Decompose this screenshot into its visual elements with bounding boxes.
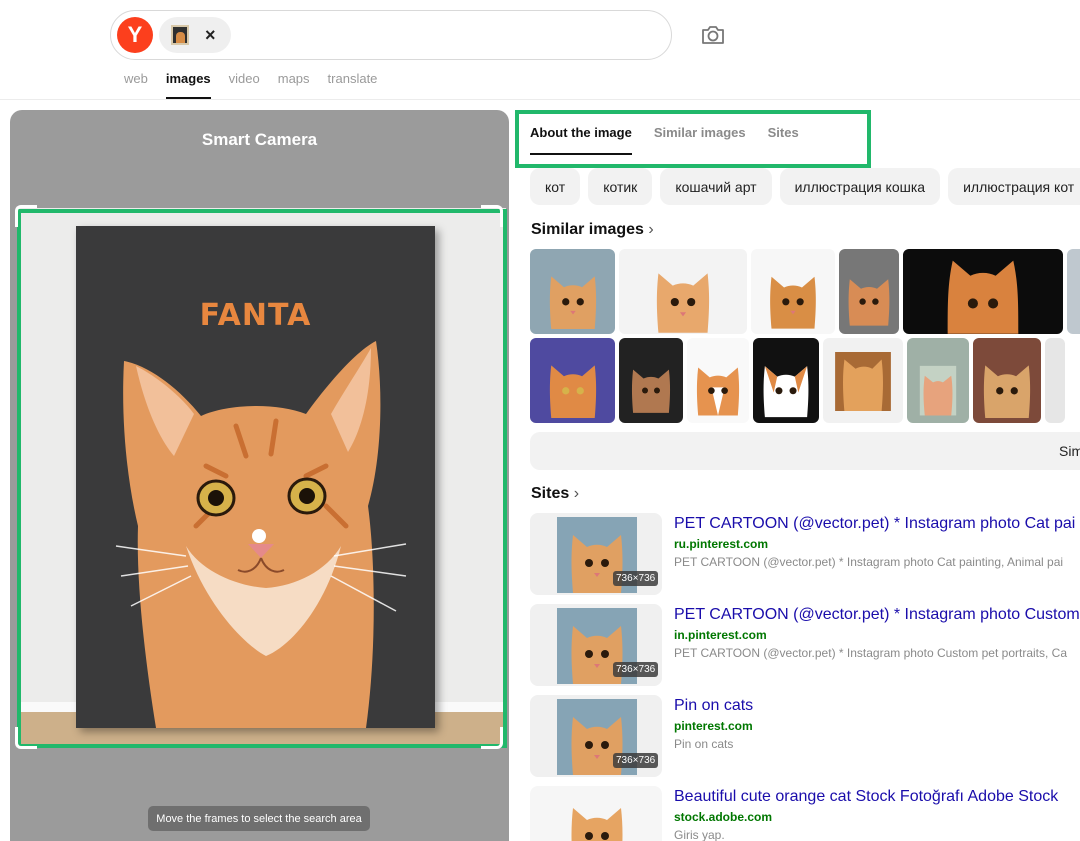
similar-image[interactable] bbox=[903, 249, 1063, 334]
sites-title: Sites bbox=[531, 485, 570, 502]
logo-letter: Y bbox=[127, 22, 143, 47]
chevron-right-icon: › bbox=[648, 221, 654, 238]
similar-image[interactable] bbox=[753, 338, 819, 423]
chevron-right-icon: › bbox=[573, 485, 580, 502]
site-title-link[interactable]: Pin on cats bbox=[674, 697, 753, 715]
tab-video[interactable]: video bbox=[229, 71, 260, 99]
similar-images-row bbox=[530, 249, 1080, 334]
image-size-badge: 736×736 bbox=[613, 662, 659, 677]
frame-handle-bottom-right[interactable] bbox=[481, 727, 503, 749]
similar-images-title: Similar images bbox=[531, 221, 644, 238]
more-similar-label: Sim bbox=[1059, 443, 1080, 459]
site-domain[interactable]: stock.adobe.com bbox=[674, 810, 772, 824]
camera-search-icon[interactable] bbox=[700, 22, 726, 48]
site-result[interactable]: 736×736 Pin on cats pinterest.com Pin on… bbox=[530, 695, 1080, 777]
smart-camera-title: Smart Camera bbox=[201, 130, 318, 149]
similar-image[interactable] bbox=[839, 249, 899, 334]
site-title-link[interactable]: PET CARTOON (@vector.pet) * Instagram ph… bbox=[674, 606, 1080, 624]
image-size-badge: 736×736 bbox=[613, 571, 659, 586]
similar-image[interactable] bbox=[751, 249, 835, 334]
site-result[interactable]: Beautiful cute orange cat Stock Fotoğraf… bbox=[530, 786, 1080, 841]
similar-image[interactable] bbox=[530, 338, 615, 423]
similar-image[interactable] bbox=[687, 338, 749, 423]
tab-images[interactable]: images bbox=[165, 71, 211, 99]
similar-image[interactable] bbox=[1067, 249, 1080, 334]
tab-translate[interactable]: translate bbox=[328, 71, 378, 99]
header: Y × web images video maps translate bbox=[0, 0, 1080, 100]
frame-handle-top-left[interactable] bbox=[15, 205, 37, 227]
similar-image[interactable] bbox=[619, 249, 747, 334]
tag-chip[interactable]: кошачий арт bbox=[660, 168, 772, 205]
site-snippet: Giris yap. bbox=[674, 828, 725, 841]
similar-image[interactable] bbox=[973, 338, 1041, 423]
more-similar-button[interactable]: Sim bbox=[530, 432, 1080, 470]
tag-chip[interactable]: иллюстрация кошка bbox=[779, 168, 941, 205]
chip-close-icon[interactable]: × bbox=[205, 25, 216, 46]
image-size-badge: 736×736 bbox=[613, 753, 659, 768]
similar-images-heading[interactable]: Similar images › bbox=[531, 221, 654, 239]
similar-images-row bbox=[530, 338, 1065, 423]
site-snippet: PET CARTOON (@vector.pet) * Instagram ph… bbox=[674, 555, 1064, 569]
site-domain[interactable]: pinterest.com bbox=[674, 719, 753, 733]
results-panel: About the image Similar images Sites кот… bbox=[513, 108, 1080, 841]
selection-frame[interactable] bbox=[17, 209, 507, 748]
search-type-tabs: web images video maps translate bbox=[124, 71, 377, 99]
similar-image[interactable] bbox=[907, 338, 969, 423]
similar-image[interactable] bbox=[530, 249, 615, 334]
frame-handle-bottom-left[interactable] bbox=[15, 727, 37, 749]
tab-web[interactable]: web bbox=[124, 71, 148, 99]
tag-list: кот котик кошачий арт иллюстрация кошка … bbox=[530, 168, 1080, 205]
site-title-link[interactable]: Beautiful cute orange cat Stock Fotoğraf… bbox=[674, 788, 1058, 806]
yandex-logo[interactable]: Y bbox=[117, 17, 153, 53]
frame-handle-top-right[interactable] bbox=[481, 205, 503, 227]
site-thumbnail[interactable] bbox=[530, 786, 662, 841]
image-query-chip[interactable]: × bbox=[159, 17, 231, 53]
tab-maps[interactable]: maps bbox=[278, 71, 310, 99]
frame-hint: Move the frames to select the search are… bbox=[148, 806, 370, 831]
site-snippet: Pin on cats bbox=[674, 737, 734, 751]
site-thumbnail[interactable]: 736×736 bbox=[530, 513, 662, 595]
site-thumbnail[interactable]: 736×736 bbox=[530, 695, 662, 777]
site-domain[interactable]: ru.pinterest.com bbox=[674, 537, 768, 551]
tabs-highlight-box bbox=[515, 110, 871, 168]
query-thumbnail bbox=[171, 25, 189, 45]
tag-chip[interactable]: котик bbox=[588, 168, 653, 205]
tag-chip[interactable]: иллюстрация кот bbox=[948, 168, 1080, 205]
similar-image[interactable] bbox=[823, 338, 903, 423]
site-result[interactable]: 736×736 PET CARTOON (@vector.pet) * Inst… bbox=[530, 604, 1080, 686]
similar-image[interactable] bbox=[1045, 338, 1065, 423]
site-thumbnail[interactable]: 736×736 bbox=[530, 604, 662, 686]
site-domain[interactable]: in.pinterest.com bbox=[674, 628, 767, 642]
site-title-link[interactable]: PET CARTOON (@vector.pet) * Instagram ph… bbox=[674, 515, 1075, 533]
search-bar[interactable]: Y × bbox=[110, 10, 672, 60]
sites-heading[interactable]: Sites › bbox=[531, 485, 579, 503]
site-result[interactable]: 736×736 PET CARTOON (@vector.pet) * Inst… bbox=[530, 513, 1080, 595]
tag-chip[interactable]: кот bbox=[530, 168, 581, 205]
similar-image[interactable] bbox=[619, 338, 683, 423]
site-snippet: PET CARTOON (@vector.pet) * Instagram ph… bbox=[674, 646, 1067, 660]
